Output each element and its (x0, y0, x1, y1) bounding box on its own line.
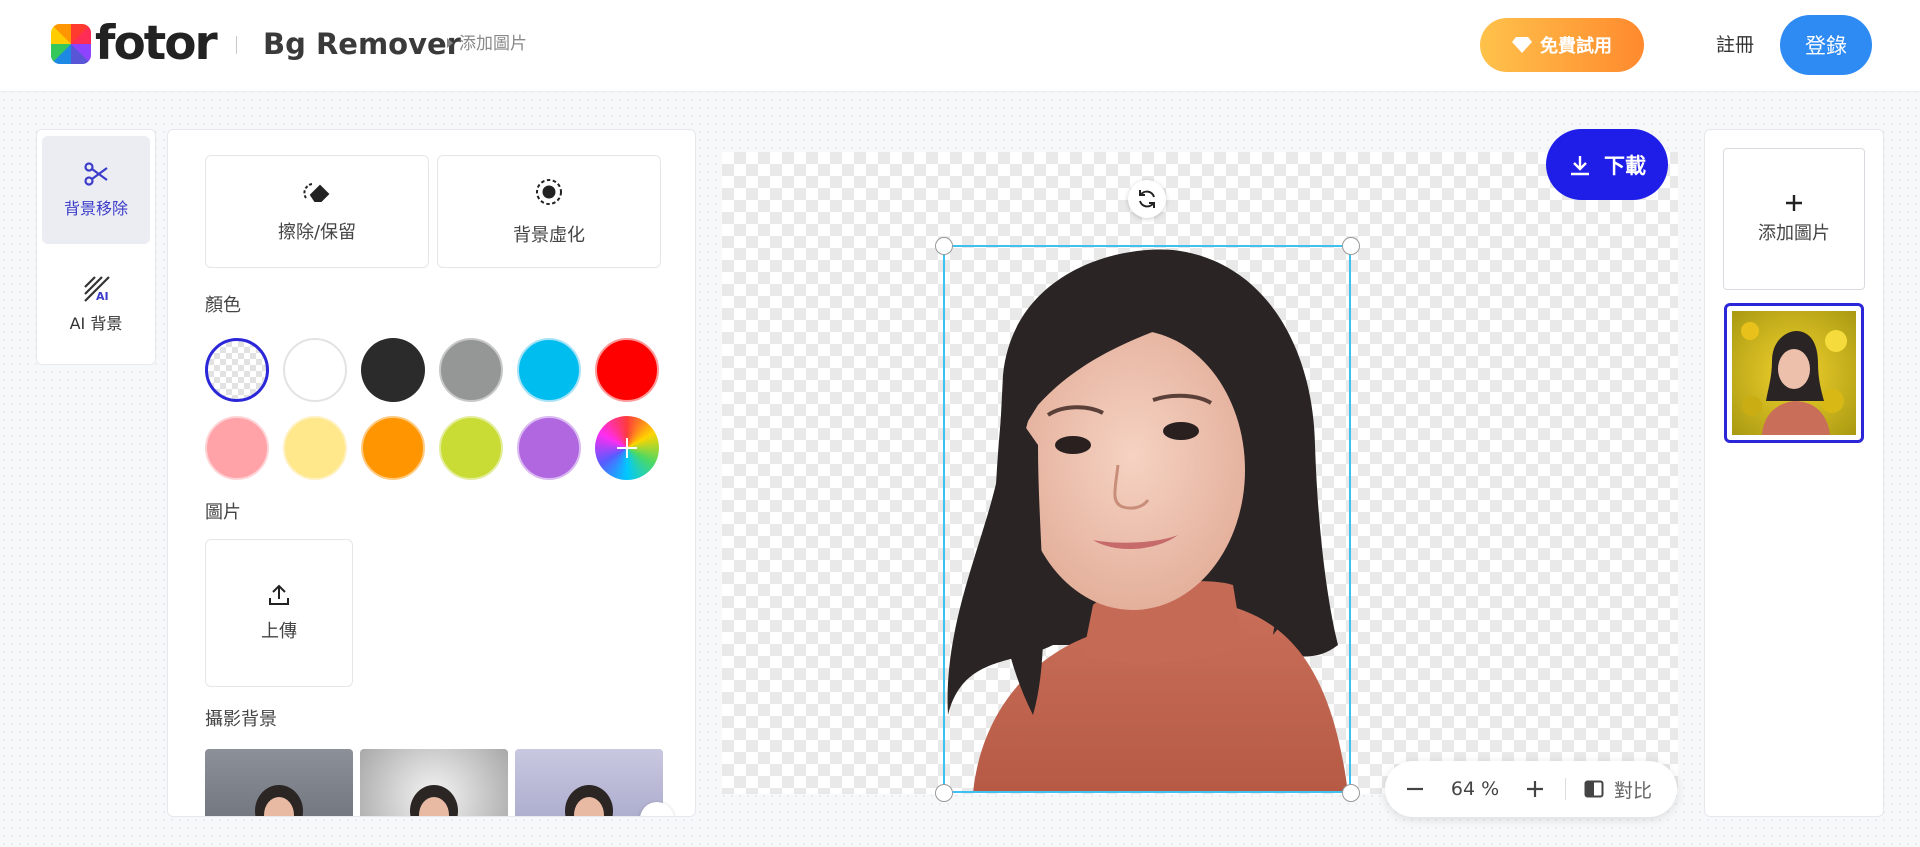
fotor-logo[interactable]: fotor (51, 16, 218, 71)
photo-background-section-title: 攝影背景 (205, 709, 277, 730)
free-trial-label: 免費試用 (1540, 36, 1612, 57)
options-panel: 擦除/保留 背景虛化 顏色 圖片 上傳 攝影背景 (167, 129, 696, 817)
eraser-icon (302, 180, 332, 204)
color-swatch-orange[interactable] (361, 416, 425, 480)
background-blur-label: 背景虛化 (513, 224, 585, 246)
add-image-button[interactable]: 添加圖片 (1723, 148, 1865, 290)
color-swatch-cyan[interactable] (517, 338, 581, 402)
upload-icon (267, 583, 291, 607)
zoom-in-button[interactable] (1505, 761, 1565, 817)
plus-icon (614, 435, 640, 461)
login-button[interactable]: 登錄 (1780, 15, 1872, 75)
erase-restore-label: 擦除/保留 (277, 221, 357, 243)
diamond-icon (1512, 36, 1532, 54)
breadcrumb-add-image[interactable]: 添加圖片 (459, 34, 527, 54)
color-swatch-pink[interactable] (205, 416, 269, 480)
image-section-title: 圖片 (205, 502, 241, 523)
rail-item-label: 背景移除 (63, 199, 128, 218)
app-title: Bg Remover (263, 27, 461, 61)
scissors-icon (83, 161, 109, 187)
top-header: fotor Bg Remover 添加圖片 免費試用 註冊 登錄 (0, 0, 1920, 92)
compare-button[interactable]: 對比 (1566, 776, 1652, 803)
resize-handle-top-right[interactable] (1342, 237, 1360, 255)
photo-background-thumbnail[interactable] (205, 749, 353, 816)
color-swatch-white[interactable] (283, 338, 347, 402)
download-label: 下載 (1604, 153, 1646, 178)
selection-box[interactable] (943, 245, 1351, 793)
fotor-logo-icon (51, 24, 91, 64)
plus-icon (1784, 193, 1804, 213)
photo-background-thumbnail[interactable] (515, 749, 663, 816)
resize-handle-bottom-left[interactable] (935, 784, 953, 802)
erase-restore-button[interactable]: 擦除/保留 (205, 155, 429, 268)
header-divider (236, 36, 237, 54)
image-thumbnail (1732, 311, 1856, 435)
resize-handle-top-left[interactable] (935, 237, 953, 255)
register-link[interactable]: 註冊 (1716, 32, 1754, 58)
svg-text:AI: AI (96, 290, 109, 302)
upload-label: 上傳 (261, 621, 297, 642)
zoom-level: 64 % (1450, 778, 1500, 800)
rail-item-ai-background[interactable]: AI AI 背景 (42, 250, 150, 358)
ai-background-icon: AI (82, 274, 110, 302)
rail-item-label: AI 背景 (69, 314, 123, 333)
color-swatch-red[interactable] (595, 338, 659, 402)
color-section-title: 顏色 (205, 295, 241, 316)
brand-name: fotor (95, 16, 218, 71)
photo-background-thumbnail[interactable] (360, 749, 508, 816)
color-swatch-purple[interactable] (517, 416, 581, 480)
zoom-out-button[interactable] (1385, 761, 1445, 817)
free-trial-button[interactable]: 免費試用 (1480, 18, 1644, 72)
image-thumbnail-selected[interactable] (1724, 303, 1864, 443)
resize-handle-bottom-right[interactable] (1342, 784, 1360, 802)
rail-item-background-remove[interactable]: 背景移除 (42, 136, 150, 244)
color-swatch-custom[interactable] (595, 416, 659, 480)
download-icon (1568, 153, 1592, 177)
background-blur-button[interactable]: 背景虛化 (437, 155, 661, 268)
color-swatch-transparent[interactable] (205, 338, 269, 402)
image-list-panel: 添加圖片 (1704, 129, 1884, 817)
tool-rail: 背景移除 AI AI 背景 (36, 129, 156, 365)
rotate-icon (1136, 188, 1158, 210)
breadcrumb-arrow-icon (447, 38, 453, 48)
color-swatch-gray[interactable] (439, 338, 503, 402)
download-button[interactable]: 下載 (1546, 129, 1668, 200)
blur-icon (534, 177, 564, 207)
add-image-label: 添加圖片 (1758, 223, 1830, 244)
color-swatch-black[interactable] (361, 338, 425, 402)
zoom-toolbar: 64 % 對比 (1385, 761, 1677, 817)
color-swatch-lime[interactable] (439, 416, 503, 480)
color-swatch-yellow[interactable] (283, 416, 347, 480)
rotate-button[interactable] (1128, 180, 1166, 218)
compare-icon (1584, 779, 1604, 799)
compare-label: 對比 (1614, 779, 1653, 802)
upload-button[interactable]: 上傳 (205, 539, 353, 687)
